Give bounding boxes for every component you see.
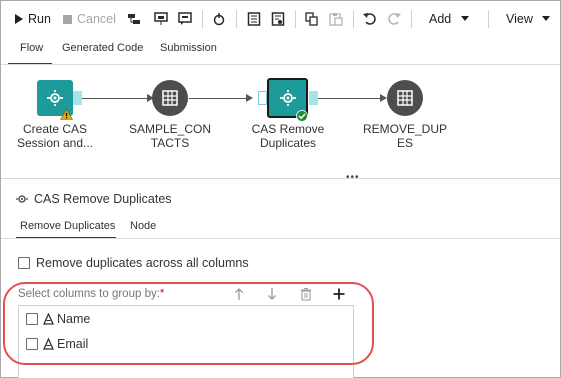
connector-arrow (246, 94, 253, 102)
required-marker: * (159, 288, 165, 300)
connector-line (189, 98, 249, 99)
add-dropdown[interactable]: Add (429, 10, 470, 28)
column-name: Name (57, 312, 91, 326)
tab-node[interactable]: Node (130, 220, 156, 232)
undo-icon[interactable] (363, 12, 377, 26)
tab-flow[interactable]: Flow (20, 42, 43, 64)
redo-icon[interactable] (387, 12, 401, 26)
toolbar-separator (295, 10, 296, 28)
divider (1, 238, 560, 239)
view-label: View (506, 12, 533, 26)
move-down-icon[interactable] (266, 287, 278, 301)
move-up-icon[interactable] (233, 287, 245, 301)
connector-arrow (380, 94, 387, 102)
properties-icon[interactable] (247, 12, 261, 26)
add-node-icon[interactable] (154, 12, 168, 26)
splitter[interactable] (1, 178, 560, 179)
connector-line (318, 98, 382, 99)
connector-line (82, 98, 150, 99)
group-by-label: Select columns to group by:* (18, 288, 165, 300)
toolbar-separator (411, 10, 412, 28)
divider (1, 64, 560, 65)
node-label: CAS Remove Duplicates (251, 122, 325, 150)
table-icon (162, 90, 178, 106)
copy-icon[interactable] (305, 12, 319, 26)
cancel-button[interactable]: Cancel (63, 10, 116, 28)
node-label: SAMPLE_CON TACTS (128, 122, 212, 150)
toolbar-separator (353, 10, 354, 28)
flow-node-sample-contacts[interactable] (152, 80, 188, 116)
toolbar-separator (488, 10, 489, 28)
add-label: Add (429, 12, 452, 26)
node-label: Create CAS Session and... (16, 122, 94, 150)
cas-remove-duplicates-icon (16, 195, 28, 203)
warning-icon (60, 109, 73, 120)
text-column-icon (43, 313, 54, 325)
output-port[interactable] (309, 91, 318, 105)
input-port[interactable] (258, 91, 267, 105)
play-icon (15, 14, 23, 24)
flow-node-remove-dupes[interactable] (387, 80, 423, 116)
tab-submission[interactable]: Submission (160, 42, 217, 64)
cas-remove-duplicates-icon (279, 90, 296, 106)
caret-down-icon (541, 16, 550, 21)
caret-down-icon (461, 16, 470, 21)
panel-title: CAS Remove Duplicates (16, 192, 172, 206)
column-name: Email (57, 337, 89, 351)
add-column-icon[interactable] (333, 287, 345, 301)
cas-session-icon (47, 90, 63, 106)
stop-icon (63, 14, 72, 24)
toolbar-separator (236, 10, 237, 28)
output-port[interactable] (73, 91, 82, 105)
cancel-label: Cancel (77, 12, 116, 26)
move-node-icon[interactable] (127, 12, 141, 26)
view-data-icon[interactable] (271, 12, 285, 26)
tab-generated-code[interactable]: Generated Code (62, 42, 143, 64)
paste-icon[interactable] (329, 12, 343, 26)
tab-remove-duplicates[interactable]: Remove Duplicates (20, 220, 115, 232)
node-label: REMOVE_DUP ES (362, 122, 448, 150)
note-icon[interactable] (178, 12, 192, 26)
run-button[interactable]: Run (15, 10, 51, 28)
toolbar-separator (202, 10, 203, 28)
success-icon (296, 110, 308, 122)
column-checkbox-name[interactable] (26, 313, 38, 325)
toolbar: Run Cancel Add View (1, 1, 560, 34)
delete-icon[interactable] (300, 287, 312, 301)
text-column-icon (43, 338, 54, 350)
table-icon (397, 90, 413, 106)
remove-all-label: Remove duplicates across all columns (36, 256, 249, 270)
run-label: Run (28, 12, 51, 26)
run-from-node-icon[interactable] (212, 12, 226, 26)
column-checkbox-email[interactable] (26, 338, 38, 350)
view-dropdown[interactable]: View (506, 10, 550, 28)
remove-all-checkbox[interactable] (18, 257, 30, 269)
